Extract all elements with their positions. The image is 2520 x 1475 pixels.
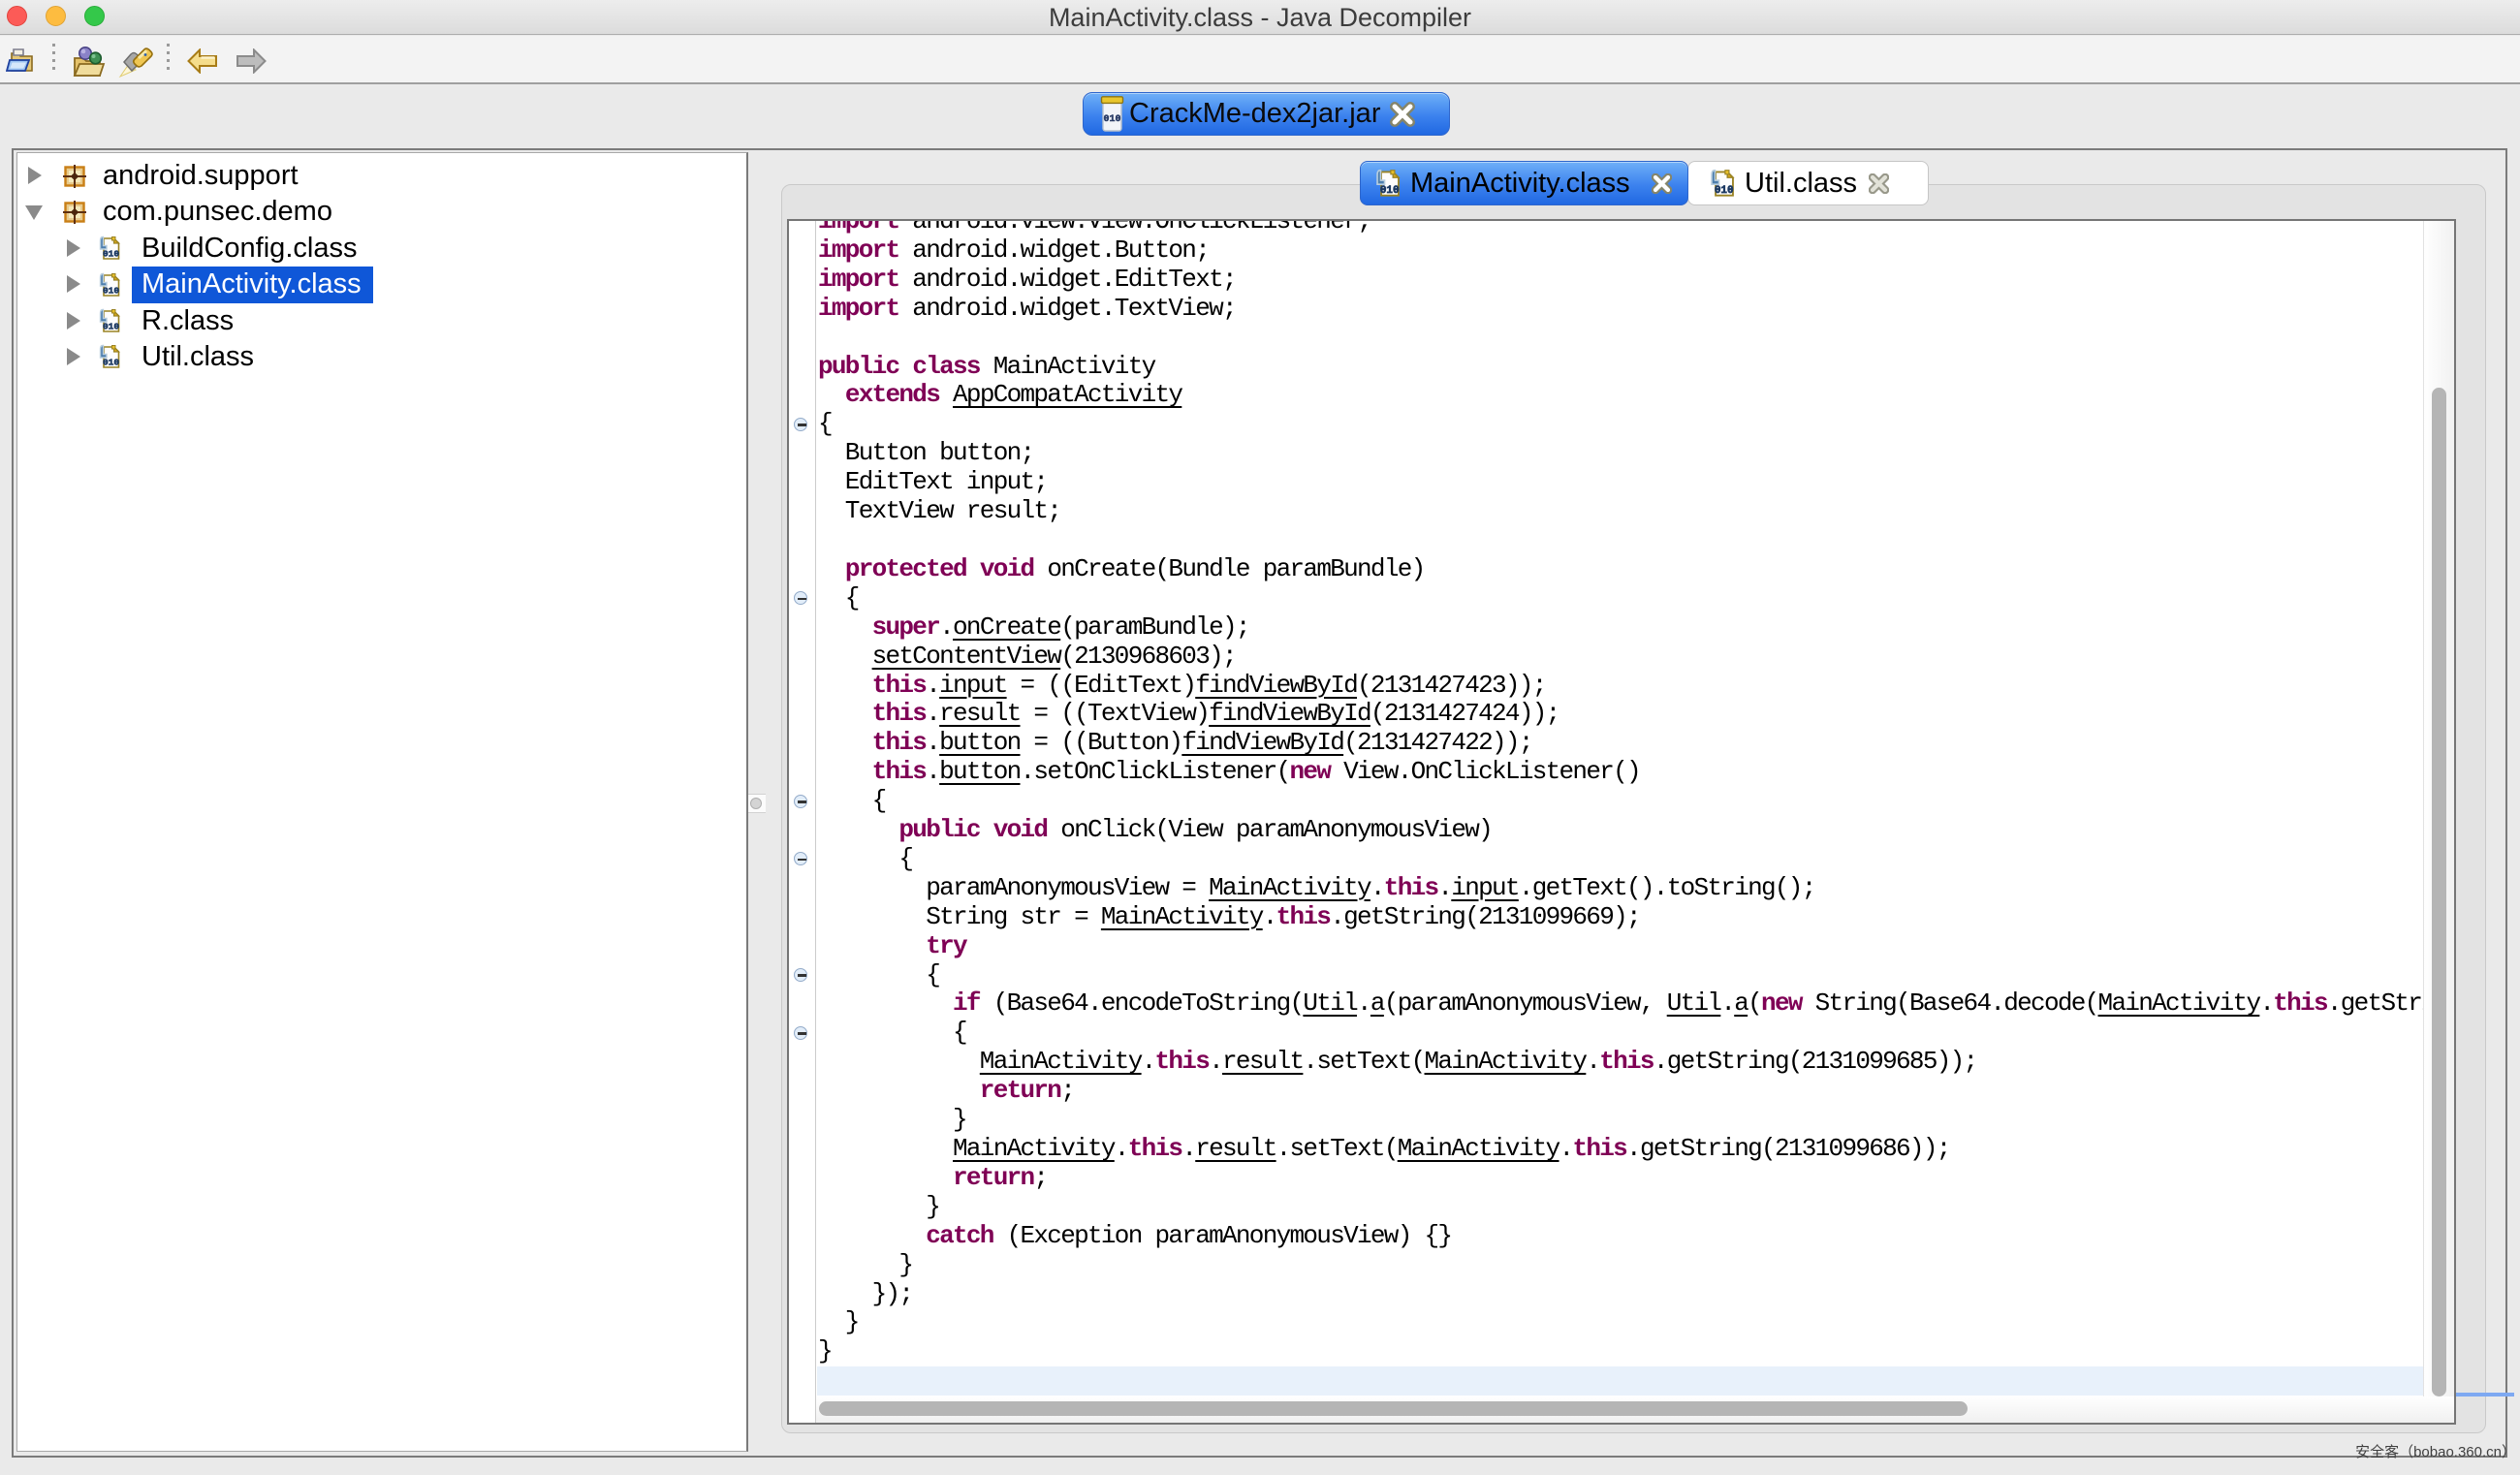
svg-text:010: 010 [1715, 185, 1734, 197]
svg-text:010: 010 [1103, 114, 1120, 125]
svg-text:010: 010 [103, 358, 119, 368]
svg-text:010: 010 [1380, 185, 1400, 197]
svg-text:010: 010 [103, 285, 119, 296]
svg-text:010: 010 [103, 322, 119, 332]
svg-text:010: 010 [103, 249, 119, 260]
